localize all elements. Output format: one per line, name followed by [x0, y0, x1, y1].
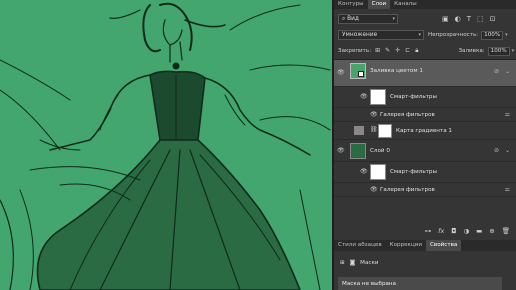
- shape-filter-icon[interactable]: ⬚: [477, 15, 484, 23]
- layer-thumbnail: [350, 143, 366, 159]
- folder-icon[interactable]: ▬: [476, 227, 482, 235]
- layer-filter-value: Вид: [347, 16, 359, 22]
- chevron-down-icon: ▾: [418, 32, 421, 38]
- filter-gallery-row[interactable]: 👁︎ Галерея фильтров ⚌: [334, 108, 516, 122]
- fill-label: Заливка:: [458, 48, 485, 54]
- eye-icon[interactable]: 👁︎: [370, 186, 378, 193]
- layer-mask-thumbnail[interactable]: [378, 124, 392, 138]
- lock-label: Закрепить:: [338, 48, 372, 54]
- eye-icon[interactable]: 👁︎: [360, 168, 368, 175]
- layer-name: Смарт-фильтры: [390, 169, 437, 175]
- tab-adjustments[interactable]: Коррекции: [386, 240, 426, 251]
- layer-filter-select[interactable]: ⌕ Вид ▾: [338, 14, 398, 24]
- filter-options-icon[interactable]: ⚌: [505, 111, 510, 118]
- mask-row: ⊞ ◙ Маски: [340, 260, 378, 266]
- new-layer-icon[interactable]: ⊕: [489, 227, 494, 235]
- smart-filters-row[interactable]: 👁︎ Смарт-фильтры: [334, 87, 516, 108]
- tab-properties[interactable]: Свойства: [426, 240, 462, 251]
- layer-row-gradient-map[interactable]: ⛓︎ Карта градиента 1: [334, 122, 516, 140]
- search-icon: ⌕: [342, 16, 346, 22]
- filter-gallery-row[interactable]: 👁︎ Галерея фильтров ⚌: [334, 183, 516, 197]
- smart-filters-row[interactable]: 👁︎ Смарт-фильтры: [334, 162, 516, 183]
- properties-tabs: Стили абзацев Коррекции Свойства: [334, 240, 516, 251]
- adjustment-filter-icon[interactable]: ◐: [455, 15, 461, 23]
- layer-name: Карта градиента 1: [396, 128, 452, 134]
- artwork-illustration: [0, 2, 331, 290]
- blend-row: Умножение ▾ Непрозрачность: 100% ▾: [334, 28, 516, 42]
- lock-artboard-icon[interactable]: ⊏: [405, 47, 410, 55]
- chain-link-icon[interactable]: ⛓︎: [370, 126, 378, 133]
- vector-mask-icon[interactable]: ◙: [350, 260, 355, 266]
- lock-pixels-icon[interactable]: ✎: [385, 47, 390, 55]
- trash-icon[interactable]: 🗑︎: [502, 227, 510, 235]
- link-icon: ⊘: [493, 147, 499, 154]
- mask-label: Маски: [360, 260, 379, 266]
- layers-panel: Контуры Слои Каналы ⌕ Вид ▾ ▣ ◐ T ⬚ ⊡ Ум…: [334, 0, 516, 290]
- layer-filter-row: ⌕ Вид ▾ ▣ ◐ T ⬚ ⊡: [334, 12, 516, 26]
- lock-all-icon[interactable]: 🔒︎: [415, 47, 418, 55]
- opacity-label: Непрозрачность:: [428, 32, 479, 38]
- layer-row-fill[interactable]: 👁︎ Заливка цветом 1 ⊘ ⌄: [334, 60, 516, 87]
- pixel-mask-icon[interactable]: ⊞: [340, 260, 345, 266]
- tab-layers[interactable]: Слои: [367, 0, 391, 9]
- layer-name: Слой 0: [370, 148, 390, 154]
- adjustment-layer-icon[interactable]: ◑: [463, 227, 469, 235]
- layers-bottom-toolbar: ⊶ fx ◘ ◑ ▬ ⊕ 🗑︎: [334, 224, 516, 237]
- layer-name: Галерея фильтров: [380, 112, 435, 118]
- mask-status-bar: Маска не выбрана: [338, 277, 502, 290]
- mask-status: Маска не выбрана: [342, 280, 397, 287]
- fx-icon[interactable]: fx: [438, 227, 444, 235]
- blend-mode-value: Умножение: [342, 32, 378, 38]
- layer-row-layer0[interactable]: 👁︎ Слой 0 ⊘ ⌄: [334, 140, 516, 162]
- layer-name: Смарт-фильтры: [390, 94, 437, 100]
- chevron-down-icon[interactable]: ⌄: [505, 68, 510, 75]
- filter-mask-thumbnail[interactable]: [370, 164, 386, 180]
- document-canvas[interactable]: [0, 0, 332, 290]
- filter-mask-thumbnail[interactable]: [370, 89, 386, 105]
- tab-paths[interactable]: Контуры: [334, 0, 368, 9]
- link-layers-icon[interactable]: ⊶: [425, 227, 432, 235]
- filter-options-icon[interactable]: ⚌: [505, 186, 510, 193]
- eye-icon[interactable]: 👁︎: [370, 111, 378, 118]
- add-mask-icon[interactable]: ◘: [451, 227, 456, 235]
- lock-position-icon[interactable]: ✛: [395, 47, 400, 55]
- fill-field[interactable]: 100%: [487, 46, 510, 56]
- panel-tabs: Контуры Слои Каналы: [334, 0, 516, 9]
- blend-mode-select[interactable]: Умножение ▾: [338, 30, 424, 40]
- filter-icons: ▣ ◐ T ⬚ ⊡: [442, 15, 496, 23]
- chevron-down-icon[interactable]: ▾: [512, 48, 515, 54]
- eye-icon[interactable]: 👁︎: [360, 93, 368, 100]
- layer-name: Заливка цветом 1: [370, 68, 423, 74]
- chevron-down-icon[interactable]: ⌄: [505, 147, 510, 154]
- lock-icons: ⊞ ✎ ✛ ⊏ 🔒︎: [375, 47, 418, 55]
- tab-paragraph-styles[interactable]: Стили абзацев: [334, 240, 386, 251]
- eye-icon[interactable]: 👁︎: [337, 69, 345, 76]
- layers-list: 👁︎ Заливка цветом 1 ⊘ ⌄ 👁︎ Смарт-фильтры…: [334, 60, 516, 223]
- adjustment-icon: [354, 126, 364, 135]
- opacity-field[interactable]: 100%: [481, 30, 504, 40]
- chevron-down-icon[interactable]: ▾: [505, 32, 508, 38]
- lock-transparency-icon[interactable]: ⊞: [375, 47, 380, 55]
- layer-name: Галерея фильтров: [380, 187, 435, 193]
- type-filter-icon[interactable]: T: [467, 15, 471, 23]
- smart-object-filter-icon[interactable]: ⊡: [490, 15, 496, 23]
- tab-channels[interactable]: Каналы: [390, 0, 420, 9]
- smart-object-badge-icon: [358, 71, 364, 77]
- eye-icon[interactable]: 👁︎: [337, 147, 345, 154]
- lock-row: Закрепить: ⊞ ✎ ✛ ⊏ 🔒︎ Заливка: 100% ▾: [334, 45, 516, 57]
- link-icon: ⊘: [493, 68, 499, 75]
- chevron-down-icon: ▾: [392, 16, 395, 22]
- properties-panel: ⊞ ◙ Маски Маска не выбрана: [334, 251, 516, 290]
- pixel-filter-icon[interactable]: ▣: [442, 15, 449, 23]
